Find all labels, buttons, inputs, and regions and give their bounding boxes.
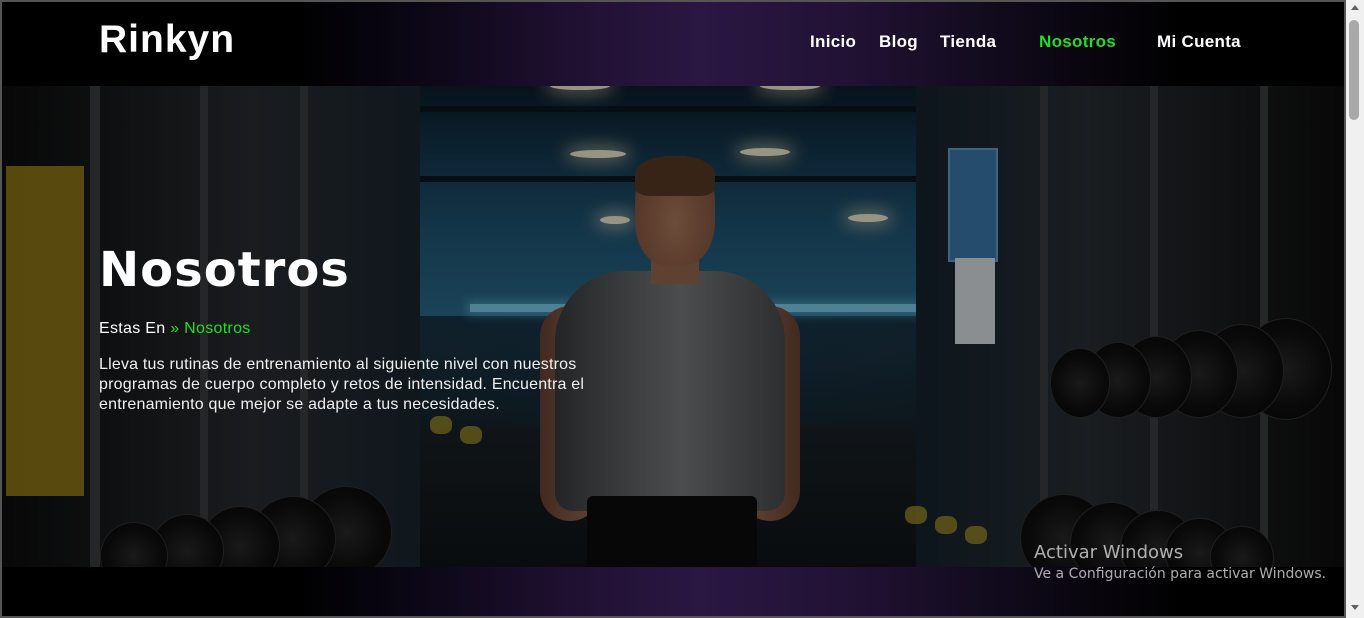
watermark-title: Activar Windows (1034, 542, 1184, 563)
windows-activation-watermark: Activar Windows Ve a Configuración para … (1034, 542, 1326, 584)
breadcrumb-prefix: Estas En (99, 320, 166, 337)
site-header: Rinkyn Inicio Blog Tienda Nosotros Mi Cu… (0, 0, 1346, 86)
breadcrumb-separator: » (170, 320, 180, 337)
nav-link-tienda[interactable]: Tienda (940, 32, 996, 52)
main-nav: Inicio Blog Tienda Nosotros Mi Cuenta (0, 32, 1346, 54)
vertical-scrollbar[interactable] (1346, 0, 1364, 618)
breadcrumb: Estas En » Nosotros (99, 320, 659, 338)
nav-link-inicio[interactable]: Inicio (810, 32, 856, 52)
breadcrumb-current[interactable]: Nosotros (184, 320, 250, 337)
page: Rinkyn Inicio Blog Tienda Nosotros Mi Cu… (0, 0, 1346, 618)
watermark-subtitle: Ve a Configuración para activar Windows. (1034, 566, 1327, 582)
nav-link-blog[interactable]: Blog (879, 32, 918, 52)
scroll-down-arrow-icon[interactable] (1351, 605, 1359, 610)
hero-description: Lleva tus rutinas de entrenamiento al si… (99, 356, 585, 413)
hero-banner: Nosotros Estas En » Nosotros Lleva tus r… (0, 86, 1346, 567)
hero-content: Nosotros Estas En » Nosotros Lleva tus r… (99, 246, 659, 431)
scroll-up-arrow-icon[interactable] (1351, 5, 1359, 10)
page-title: Nosotros (99, 242, 350, 298)
nav-link-mi-cuenta[interactable]: Mi Cuenta (1157, 32, 1241, 52)
nav-link-nosotros[interactable]: Nosotros (1039, 32, 1116, 52)
scrollbar-thumb[interactable] (1349, 20, 1359, 120)
